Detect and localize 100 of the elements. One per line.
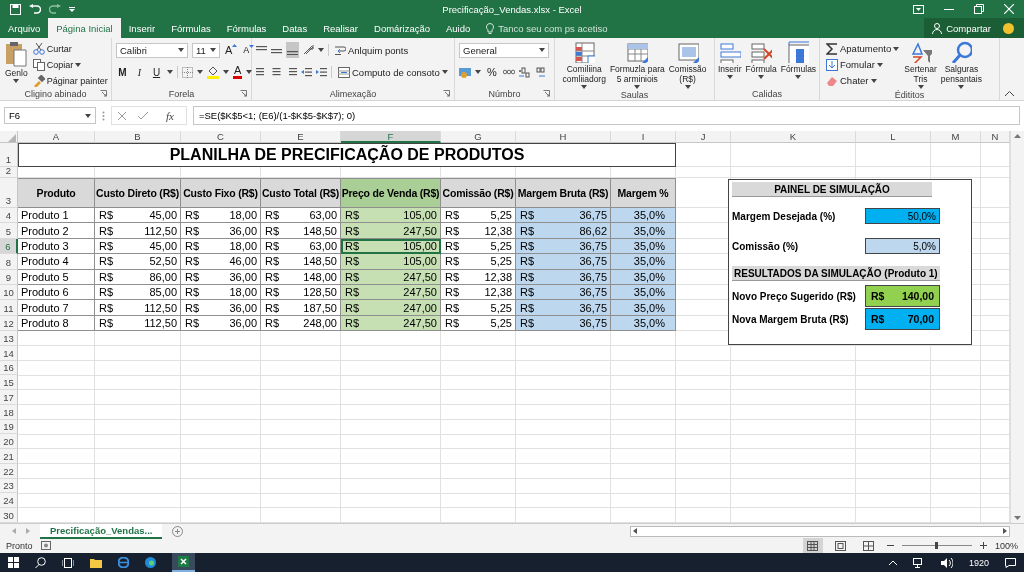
zoom-level[interactable]: 100% [994,540,1018,551]
size-dropdown[interactable]: 11 [192,42,220,58]
caret-icon[interactable] [75,62,82,67]
ribbon-button[interactable]: Fórmula [744,40,778,79]
column-header[interactable]: M [931,131,981,143]
dialog-launcher-icon[interactable] [240,90,247,97]
search-icon[interactable] [35,557,46,568]
ribbon-tab[interactable]: Página Inicial [48,18,121,38]
vertical-scrollbar[interactable] [1010,131,1024,523]
underline-button[interactable]: U [150,66,163,78]
ribbon-button[interactable]: Páginar painter [30,74,110,87]
percent-button[interactable]: % [485,66,499,78]
caret-icon[interactable] [318,48,324,52]
fill-color-icon[interactable] [207,65,219,79]
network-icon[interactable] [912,557,925,568]
caret-icon[interactable] [441,70,448,74]
row-header[interactable]: 17 [0,390,18,405]
ribbon-button[interactable]: Salguras pensantais [939,40,983,89]
row-header[interactable]: 21 [0,449,18,464]
scroll-up-icon[interactable] [1014,134,1021,138]
caret-icon[interactable] [893,46,900,51]
grow-font-button[interactable]: A [224,44,239,56]
zoom-out-icon[interactable] [886,542,894,549]
folder-icon[interactable] [90,557,102,568]
column-header[interactable]: F [341,131,441,143]
align-left-icon[interactable] [256,67,267,77]
ribbon-tab[interactable]: Arquivo [0,18,49,38]
ribbon-display-icon[interactable] [913,4,924,14]
ribbon-tab[interactable]: Fórmulas [163,18,219,38]
ribbon-button[interactable]: Fomular [824,58,902,71]
column-header[interactable]: I [611,131,676,143]
caret-icon[interactable] [178,48,184,52]
caret-icon[interactable] [876,62,883,67]
dialog-launcher-icon[interactable] [100,90,107,97]
caret-icon[interactable] [210,48,216,52]
insert-function-button[interactable]: fx [160,109,180,122]
italic-button[interactable]: I [133,66,146,78]
feedback-icon[interactable] [1003,22,1014,34]
increase-indent-icon[interactable] [316,67,327,77]
ribbon-button[interactable]: Inserir [716,40,743,79]
row-header[interactable]: 8 [0,254,18,270]
save-icon[interactable] [10,3,21,15]
caret-icon[interactable] [958,85,965,89]
input-field[interactable]: 5,0% [865,238,940,254]
decrease-indent-icon[interactable] [301,67,312,77]
ribbon-button[interactable]: Chater [824,74,902,87]
row-header[interactable]: 24 [0,493,18,509]
caret-icon[interactable] [246,70,253,74]
row-header[interactable]: 15 [0,375,18,391]
caret-icon[interactable] [167,70,173,74]
increase-decimal-icon[interactable] [518,66,530,78]
volume-icon[interactable] [940,557,953,568]
merge-button[interactable]: Computo de consoto [336,65,450,79]
column-header[interactable]: G [441,131,516,143]
caret-icon[interactable] [795,75,802,79]
redo-icon[interactable] [49,4,61,14]
share-button[interactable]: Compartar [924,18,999,38]
row-header[interactable]: 20 [0,434,18,450]
caret-icon[interactable] [539,48,545,52]
accounting-icon[interactable] [459,66,471,78]
row-header[interactable]: 2 [0,167,18,178]
dialog-launcher-icon[interactable] [443,90,450,97]
caret-icon[interactable] [85,113,91,118]
align-right-icon[interactable] [286,67,297,77]
row-header[interactable]: 1 [0,143,18,167]
scroll-down-icon[interactable] [1014,516,1021,520]
row-header[interactable]: 4 [0,208,18,224]
column-header[interactable]: B [95,131,181,143]
restore-icon[interactable] [974,4,984,14]
zoom-in-icon[interactable] [979,542,987,549]
caret-icon[interactable] [758,75,765,79]
ribbon-tab[interactable]: Fórmulas [218,18,275,38]
task-view-icon[interactable] [62,557,74,568]
tray-caret-icon[interactable] [888,560,897,565]
ribbon-button[interactable]: Fórmulas [779,40,818,79]
paste-button[interactable]: Genlo [4,40,29,83]
ribbon-button[interactable]: Comissão (R$) [667,40,708,89]
input-field[interactable]: 50,0% [865,208,940,224]
add-sheet-icon[interactable] [172,525,184,537]
undo-icon[interactable] [29,4,41,14]
windows-icon[interactable] [8,557,19,568]
zoom-slider-thumb[interactable] [935,542,939,549]
column-header[interactable]: E [261,131,341,143]
number-format-dropdown[interactable]: General [459,42,549,58]
column-header[interactable]: K [731,131,856,143]
cancel-icon[interactable] [118,111,126,120]
row-header[interactable]: 5 [0,223,18,239]
name-box[interactable]: F6 [4,107,96,124]
row-header[interactable]: 11 [0,300,18,316]
shrink-font-button[interactable]: A [242,45,256,55]
view-button[interactable] [802,538,823,553]
caret-icon[interactable] [726,75,733,79]
font-dropdown[interactable]: Calibri [116,42,188,58]
collapse-ribbon-icon[interactable] [1005,91,1014,96]
macro-icon[interactable] [40,541,51,550]
clock-text[interactable]: 1920 [968,557,989,568]
column-header[interactable]: N [981,131,1010,143]
dialog-launcher-icon[interactable] [543,90,550,97]
ribbon-button[interactable]: Curtar [30,42,110,55]
ribbon-button[interactable]: Sertenar Tris [903,40,938,89]
